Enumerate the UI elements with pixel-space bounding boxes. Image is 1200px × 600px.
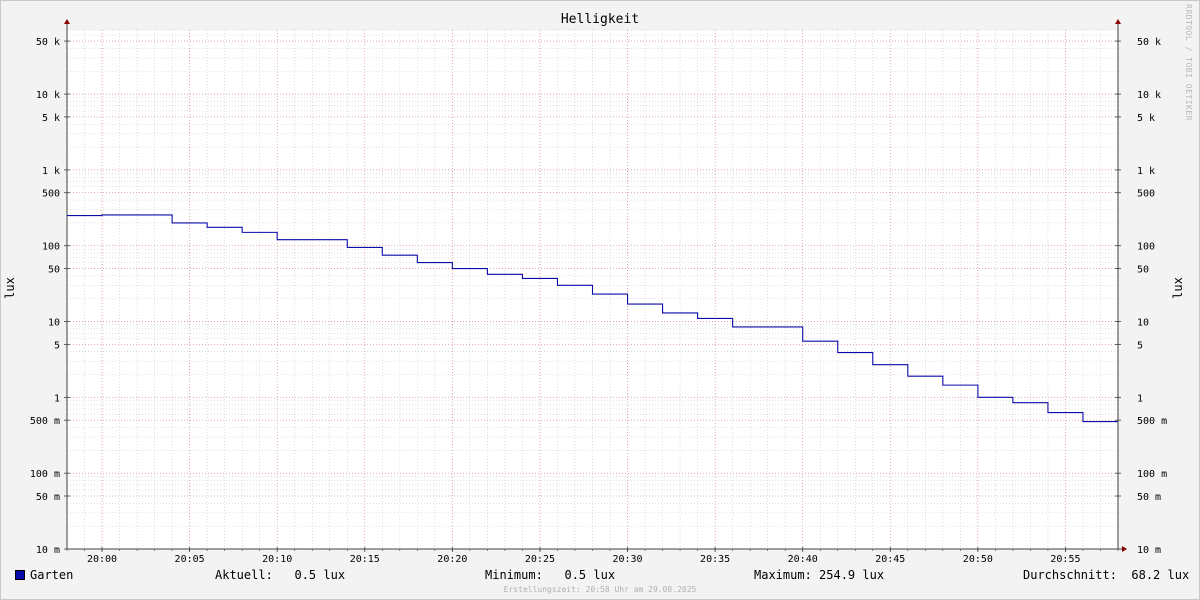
- y-tick-label-right: 50 m: [1137, 492, 1161, 503]
- y-axis-arrow-right: [1115, 19, 1121, 24]
- y-tick-label-left: 5 k: [42, 113, 60, 124]
- y-tick-label-right: 5: [1137, 340, 1143, 351]
- y-axis-label-left: lux: [3, 277, 17, 299]
- x-axis-arrow: [1122, 546, 1127, 552]
- chart-title: Helligkeit: [561, 12, 639, 27]
- x-tick-label: 20:45: [875, 554, 905, 565]
- y-tick-label-right: 1: [1137, 393, 1143, 404]
- x-tick-label: 20:55: [1050, 554, 1080, 565]
- x-tick-label: 20:40: [788, 554, 818, 565]
- y-tick-label-left: 10 m: [36, 545, 60, 556]
- footer-creation-time: Erstellungszeit: 20:58 Uhr am 29.08.2025: [503, 585, 697, 594]
- y-tick-label-right: 50: [1137, 265, 1149, 276]
- y-tick-label-left: 10 k: [36, 90, 60, 101]
- y-tick-label-left: 500: [42, 189, 60, 200]
- y-tick-label-left: 10: [48, 318, 60, 329]
- y-tick-label-left: 50 k: [36, 37, 60, 48]
- y-tick-label-left: 100 m: [30, 469, 60, 480]
- x-tick-label: 20:25: [525, 554, 555, 565]
- y-axis-label-right: lux: [1171, 277, 1185, 299]
- x-tick-label: 20:15: [350, 554, 380, 565]
- legend-swatch: [15, 570, 25, 580]
- y-tick-label-left: 500 m: [30, 416, 60, 427]
- y-tick-label-left: 50: [48, 265, 60, 276]
- y-tick-label-right: 500: [1137, 189, 1155, 200]
- x-tick-label: 20:20: [437, 554, 467, 565]
- y-tick-label-right: 10 k: [1137, 90, 1161, 101]
- y-tick-label-right: 5 k: [1137, 113, 1155, 124]
- y-tick-label-left: 5: [54, 340, 60, 351]
- y-tick-label-right: 50 k: [1137, 37, 1161, 48]
- x-tick-label: 20:00: [87, 554, 117, 565]
- y-tick-label-right: 1 k: [1137, 166, 1155, 177]
- y-tick-label-left: 1: [54, 393, 60, 404]
- legend-minimum: Minimum: 0.5 lux: [485, 568, 616, 582]
- legend-series-name: Garten: [30, 568, 74, 582]
- chart-canvas: 20:00 20:05 20:10 20:15 20:20 20:25 20:30 20:35…: [3, 12, 1185, 565]
- y-tick-label-right: 100: [1137, 242, 1155, 253]
- legend-maximum: Maximum: 254.9 lux: [754, 568, 885, 582]
- y-tick-label-right: 10 m: [1137, 545, 1161, 556]
- rrdtool-watermark: RRDTOOL / TOBI OETIKER: [1184, 4, 1193, 121]
- y-tick-label-right: 100 m: [1137, 469, 1167, 480]
- x-tick-label: 20:50: [963, 554, 993, 565]
- y-tick-label-left: 100: [42, 242, 60, 253]
- y-tick-label-left: 50 m: [36, 492, 60, 503]
- legend-current: Aktuell: 0.5 lux: [215, 568, 346, 582]
- x-tick-label: 20:35: [700, 554, 730, 565]
- y-tick-label-right: 500 m: [1137, 416, 1167, 427]
- x-tick-label: 20:30: [612, 554, 642, 565]
- x-tick-label: 20:05: [175, 554, 205, 565]
- y-tick-label-right: 10: [1137, 318, 1149, 329]
- y-tick-label-left: 1 k: [42, 166, 60, 177]
- y-axis-arrow-left: [64, 19, 70, 24]
- legend-average: Durchschnitt: 68.2 lux: [1023, 568, 1190, 582]
- x-tick-label: 20:10: [262, 554, 292, 565]
